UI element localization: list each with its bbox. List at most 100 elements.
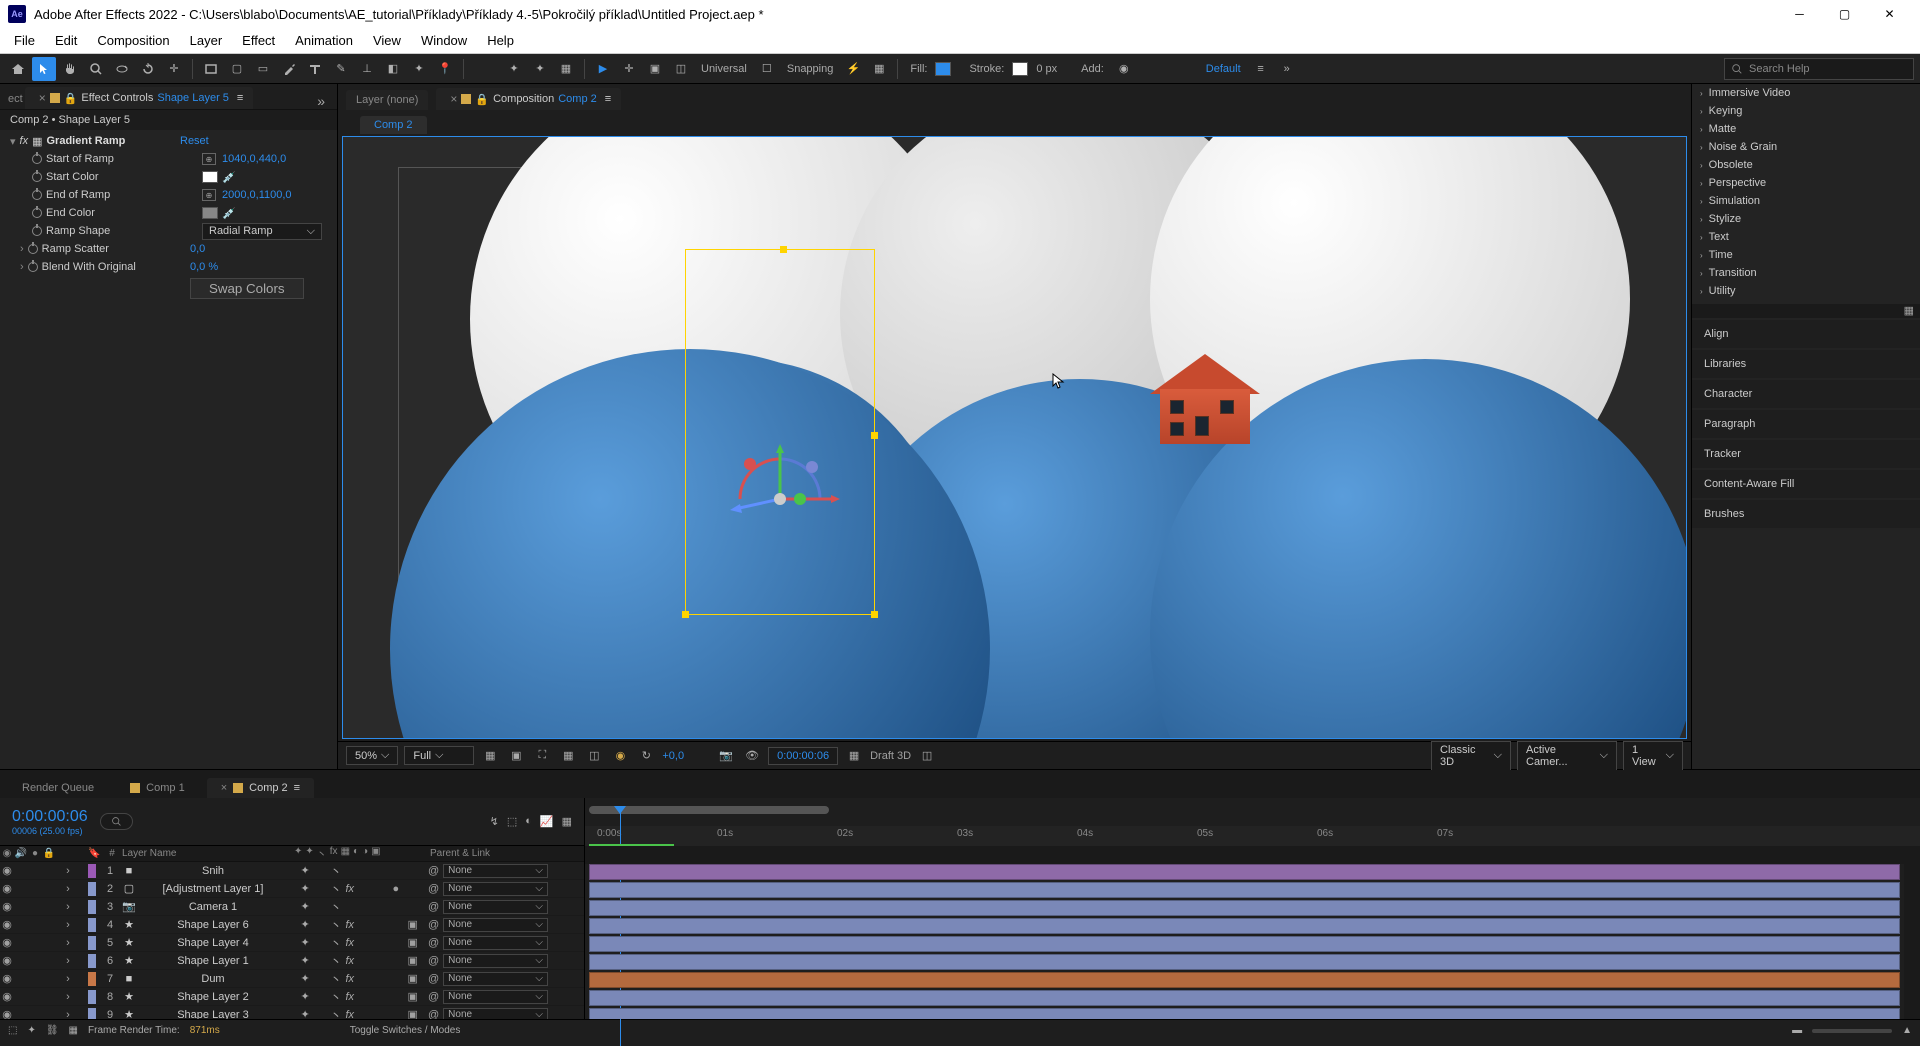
home-tool[interactable] [6,57,30,81]
menu-animation[interactable]: Animation [285,29,363,52]
start-color-swatch[interactable] [202,171,218,183]
layer-row[interactable]: ◉›4★Shape Layer 6✦丶fx▣@None⌵ [0,916,584,934]
layer-bar[interactable] [589,936,1900,952]
snapshot-icon[interactable]: 📷 [716,746,736,766]
grid-icon[interactable]: ▦ [558,746,578,766]
menu-edit[interactable]: Edit [45,29,87,52]
fill-swatch[interactable] [935,62,951,76]
layer-name[interactable]: Snih [138,865,288,877]
layer-name[interactable]: [Adjustment Layer 1] [138,883,288,895]
collapsed-panel-header[interactable]: Align [1692,320,1920,348]
timeline-scrollbar[interactable] [1904,846,1920,1019]
parent-dropdown[interactable]: None⌵ [443,990,548,1004]
viewer-timecode[interactable]: 0:00:00:06 [768,747,838,765]
layer-bar[interactable] [589,900,1900,916]
collapsed-panel-header[interactable]: Content-Aware Fill [1692,470,1920,498]
effect-category-item[interactable]: ›Noise & Grain [1692,138,1920,156]
menu-window[interactable]: Window [411,29,477,52]
parent-dropdown[interactable]: None⌵ [443,954,548,968]
start-ramp-value[interactable]: 1040,0,440,0 [222,153,286,165]
local-axis-icon[interactable]: ✦ [502,57,526,81]
pickwhip-icon[interactable]: @ [428,955,439,967]
draft3d-icon[interactable]: ▦ [844,746,864,766]
footer-icon[interactable]: ⛓ [46,1025,59,1036]
brush-tool[interactable]: ✎ [329,57,353,81]
effect-category-item[interactable]: ›Time [1692,246,1920,264]
workspace-selector[interactable]: Default [1206,63,1241,75]
stopwatch-icon[interactable] [32,208,42,218]
rect-tool[interactable] [199,57,223,81]
menu-layer[interactable]: Layer [180,29,233,52]
graph-editor-icon[interactable]: 📈 [540,815,554,828]
composition-canvas[interactable]: Active Camera (Camera 1) [590,249,1440,617]
shy-toggle-icon[interactable]: ↯ [490,815,499,828]
layer-row[interactable]: ◉›5★Shape Layer 4✦丶fx▣@None⌵ [0,934,584,952]
pickwhip-icon[interactable]: @ [428,991,439,1003]
eraser-tool[interactable]: ◧ [381,57,405,81]
timeline-timecode[interactable]: 0:00:00:06 [12,808,88,826]
stopwatch-icon[interactable] [28,262,38,272]
layer-name[interactable]: Shape Layer 2 [138,991,288,1003]
parent-dropdown[interactable]: None⌵ [443,900,548,914]
layer-name[interactable]: Shape Layer 4 [138,937,288,949]
project-tab-stub[interactable]: ect [6,89,25,109]
collapsed-panel-header[interactable]: Tracker [1692,440,1920,468]
timeline-search[interactable] [100,813,133,830]
renderer-dropdown[interactable]: Classic 3D⌵ [1431,741,1511,771]
layer-bar[interactable] [589,882,1900,898]
collapsed-panel-header[interactable]: Libraries [1692,350,1920,378]
roto-tool[interactable]: ✦ [407,57,431,81]
twirl-icon[interactable]: › [56,865,84,877]
pickwhip-icon[interactable]: @ [428,937,439,949]
layer-row[interactable]: ◉›8★Shape Layer 2✦丶fx▣@None⌵ [0,988,584,1006]
hand-tool[interactable] [58,57,82,81]
visibility-toggle[interactable]: ◉ [0,900,14,913]
reset-button[interactable]: Reset [180,135,209,147]
shape-tool[interactable]: ▭ [251,57,275,81]
add-shape-button[interactable]: ◉ [1112,57,1136,81]
visibility-toggle[interactable]: ◉ [0,882,14,895]
search-help-input[interactable]: Search Help [1724,58,1914,80]
effect-controls-tab[interactable]: × 🔒 Effect Controls Shape Layer 5 ≡ [25,87,254,109]
camera-dropdown[interactable]: Active Camer...⌵ [1517,741,1617,771]
lock-col-icon[interactable]: 🔒 [42,848,56,859]
snap-grid-icon[interactable]: ▦ [867,57,891,81]
twirl-icon[interactable]: › [56,973,84,985]
zoom-slider[interactable] [1812,1029,1892,1033]
layer-bar[interactable] [589,972,1900,988]
stroke-px[interactable]: 0 px [1036,63,1057,75]
twirl-icon[interactable]: › [56,919,84,931]
eyedropper-icon[interactable]: 💉 [222,207,236,220]
crosshair-target-icon[interactable]: ⊕ [202,153,216,165]
stopwatch-icon[interactable] [32,190,42,200]
layer-bar[interactable] [589,918,1900,934]
audio-col-icon[interactable]: 🔊 [14,848,28,859]
pickwhip-icon[interactable]: @ [428,865,439,877]
blend-value[interactable]: 0,0 % [190,261,218,273]
frame-blend-icon[interactable]: ⬚ [507,815,517,828]
mask-icon[interactable]: ▣ [506,746,526,766]
twirl-icon[interactable]: › [56,1009,84,1020]
effect-category-item[interactable]: ›Transition [1692,264,1920,282]
twirl-icon[interactable]: › [56,991,84,1003]
parent-dropdown[interactable]: None⌵ [443,972,548,986]
panel-menu-icon[interactable]: ▦ [1692,304,1920,318]
eyedropper-icon[interactable]: 💉 [222,171,236,184]
puppet-tool[interactable]: 📍 [433,57,457,81]
clone-tool[interactable]: ⊥ [355,57,379,81]
solo-col-icon[interactable]: ● [28,848,42,859]
collapsed-panel-header[interactable]: Brushes [1692,500,1920,528]
lock-icon[interactable]: 🔒 [475,93,489,106]
selection-bounding-box[interactable] [685,249,875,615]
ellipse-mask-tool[interactable]: ▢ [225,57,249,81]
views-dropdown[interactable]: 1 View⌵ [1623,741,1683,771]
viewer-area[interactable]: Active Camera (Camera 1) [342,136,1687,739]
parent-dropdown[interactable]: None⌵ [443,882,548,896]
menu-composition[interactable]: Composition [87,29,179,52]
exposure-value[interactable]: +0,0 [662,750,684,762]
layer-row[interactable]: ◉›9★Shape Layer 3✦丶fx▣@None⌵ [0,1006,584,1019]
twirl-icon[interactable]: › [56,955,84,967]
comp2-tab[interactable]: ×Comp 2≡ [207,778,314,798]
parent-dropdown[interactable]: None⌵ [443,1008,548,1020]
layer-bar[interactable] [589,1008,1900,1019]
